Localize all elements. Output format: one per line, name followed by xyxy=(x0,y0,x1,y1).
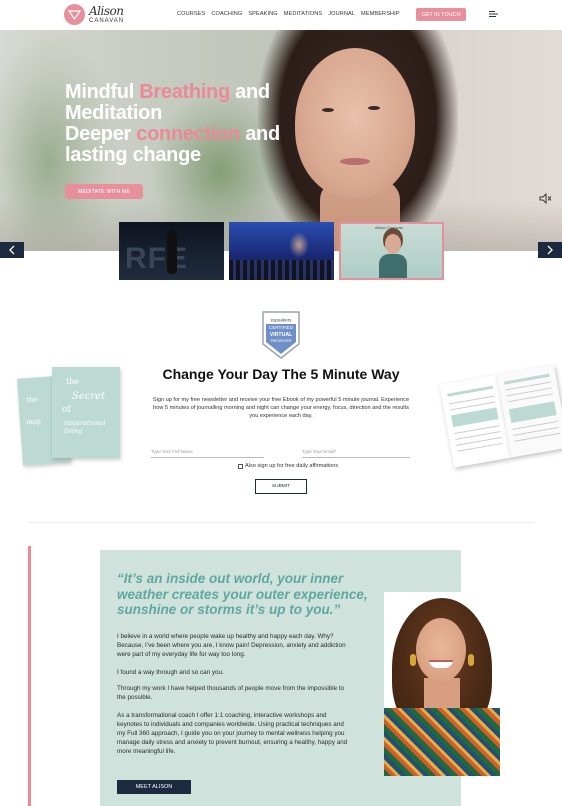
site-header: Alison CANAVAN COURSES COACHING SPEAKING… xyxy=(0,0,562,30)
chevron-right-icon xyxy=(547,245,553,255)
nav-coaching[interactable]: COACHING xyxy=(211,11,242,17)
hero-person-face xyxy=(295,48,415,198)
hero-lips xyxy=(340,158,370,165)
chevron-left-icon xyxy=(9,245,15,255)
hero-heading: Mindful Breathing and Meditation Deeper … xyxy=(65,81,280,166)
nav-membership[interactable]: MEMBERSHIP xyxy=(361,11,400,17)
affirmations-checkbox-row[interactable]: Also sign up for free daily affirmations xyxy=(238,463,338,469)
thumb-label: Alison Canavan xyxy=(375,225,404,230)
affirmations-label: Also sign up for free daily affirmations xyxy=(245,463,339,469)
about-paragraph-1: I believe in a world where people wake u… xyxy=(117,633,346,658)
get-in-touch-button[interactable]: GET IN TOUCH xyxy=(416,8,466,21)
svg-text:VIRTUAL: VIRTUAL xyxy=(270,332,293,338)
svg-text:espeakers: espeakers xyxy=(271,318,293,323)
cart-icon[interactable] xyxy=(489,11,498,17)
logo-caps: CANAVAN xyxy=(89,18,125,24)
section-divider xyxy=(28,522,534,523)
nav-meditations[interactable]: MEDITATIONS xyxy=(284,11,323,17)
quote-accent-bar xyxy=(28,546,31,806)
meditate-with-me-button[interactable]: MEDITATE WITH ME xyxy=(65,184,143,199)
about-paragraph-2: I found a way through and so can you. xyxy=(117,669,224,676)
svg-text:PRESENTER: PRESENTER xyxy=(271,339,292,343)
hero-eye-left xyxy=(322,108,334,112)
hero-eye-right xyxy=(368,106,380,110)
quote-text: “It’s an inside out world, your inner we… xyxy=(117,571,368,617)
carousel-thumb-video-call[interactable]: Alison Canavan xyxy=(339,222,444,280)
carousel-prev-button[interactable] xyxy=(0,242,24,258)
meet-alison-button[interactable]: MEET ALISON xyxy=(117,780,191,794)
site-logo[interactable]: Alison CANAVAN xyxy=(64,4,124,25)
main-nav: COURSES COACHING SPEAKING MEDITATIONS JO… xyxy=(177,11,400,17)
email-input[interactable]: Type Your Email* xyxy=(302,448,410,458)
certified-virtual-presenter-badge: espeakers CERTIFIED VIRTUAL PRESENTER xyxy=(262,311,300,359)
carousel-thumb-stage[interactable]: RFE xyxy=(119,222,224,280)
newsletter-description: Sign up for my free newsletter and recei… xyxy=(152,397,410,419)
affirmations-checkbox[interactable] xyxy=(238,463,243,469)
submit-button[interactable]: SUBMIT xyxy=(255,479,307,494)
full-name-input[interactable]: Type Your Full Name xyxy=(151,448,264,458)
nav-courses[interactable]: COURSES xyxy=(177,11,205,17)
nav-speaking[interactable]: SPEAKING xyxy=(248,11,277,17)
sound-icon[interactable] xyxy=(539,193,552,204)
logo-script: Alison xyxy=(89,4,124,18)
about-paragraph-3: Through my work I have helped thousands … xyxy=(117,685,345,701)
carousel-thumb-audience[interactable] xyxy=(229,222,334,280)
svg-text:CERTIFIED: CERTIFIED xyxy=(269,325,294,330)
nav-journal[interactable]: JOURNAL xyxy=(328,11,355,17)
logo-mark-icon xyxy=(64,4,85,25)
alison-portrait xyxy=(384,592,500,776)
about-paragraph-4: As a transformational coach I offer 1:1 … xyxy=(117,712,348,755)
newsletter-title: Change Your Day The 5 Minute Way xyxy=(162,366,400,382)
carousel-next-button[interactable] xyxy=(538,242,562,258)
